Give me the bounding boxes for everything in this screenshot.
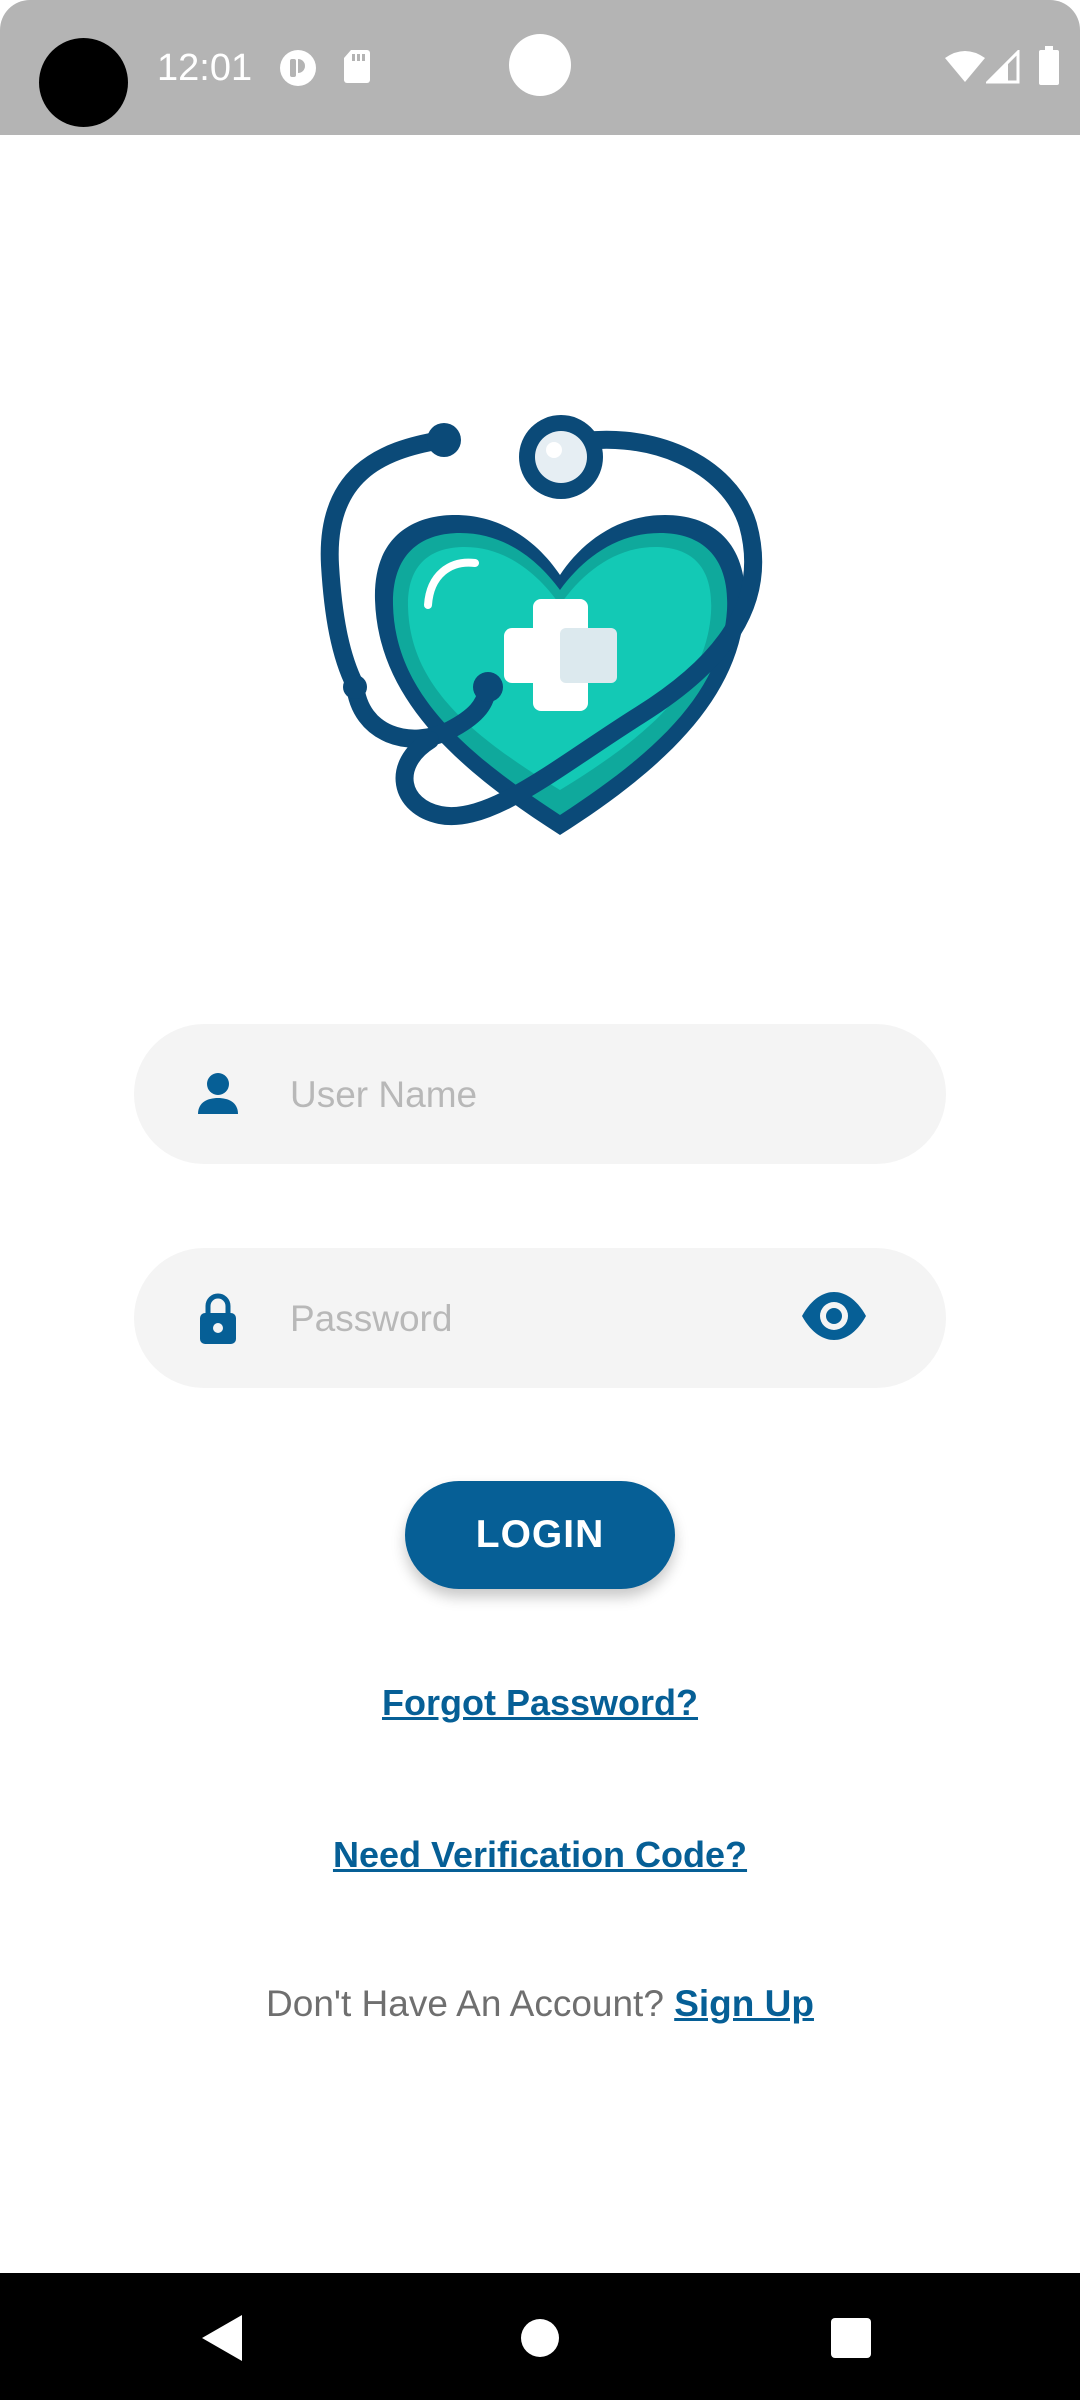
sd-card-icon <box>344 50 370 83</box>
username-input[interactable] <box>288 1054 852 1136</box>
no-account-text: Don't Have An Account? <box>266 1983 664 2024</box>
eye-icon[interactable] <box>798 1284 870 1348</box>
login-screen: 12:01 User Name LOGIN Forgot Password? N… <box>0 0 1080 2400</box>
login-button[interactable]: LOGIN <box>405 1481 675 1589</box>
verification-code-link[interactable]: Need Verification Code? <box>0 1834 1080 1876</box>
app-logo <box>320 415 763 835</box>
navigation-bar <box>0 2273 1080 2400</box>
cellular-signal-icon <box>986 50 1020 84</box>
lock-icon <box>200 1293 236 1344</box>
username-field[interactable] <box>134 1024 946 1164</box>
recents-icon[interactable] <box>816 2303 886 2373</box>
person-icon <box>198 1073 238 1114</box>
notification-icon <box>280 50 316 86</box>
wifi-icon <box>945 51 985 82</box>
battery-icon <box>1039 46 1059 85</box>
sign-up-link[interactable]: Sign Up <box>674 1983 814 2024</box>
back-icon[interactable] <box>190 2303 260 2373</box>
signup-row: Don't Have An Account? Sign Up <box>0 1983 1080 2025</box>
front-sensor-dot <box>509 34 571 96</box>
forgot-password-link[interactable]: Forgot Password? <box>0 1682 1080 1724</box>
password-field[interactable] <box>134 1248 946 1388</box>
home-icon[interactable] <box>505 2303 575 2373</box>
camera-cutout <box>39 38 128 127</box>
status-time: 12:01 <box>157 47 253 89</box>
password-input[interactable] <box>288 1278 852 1360</box>
status-bar: 12:01 <box>0 0 1080 135</box>
